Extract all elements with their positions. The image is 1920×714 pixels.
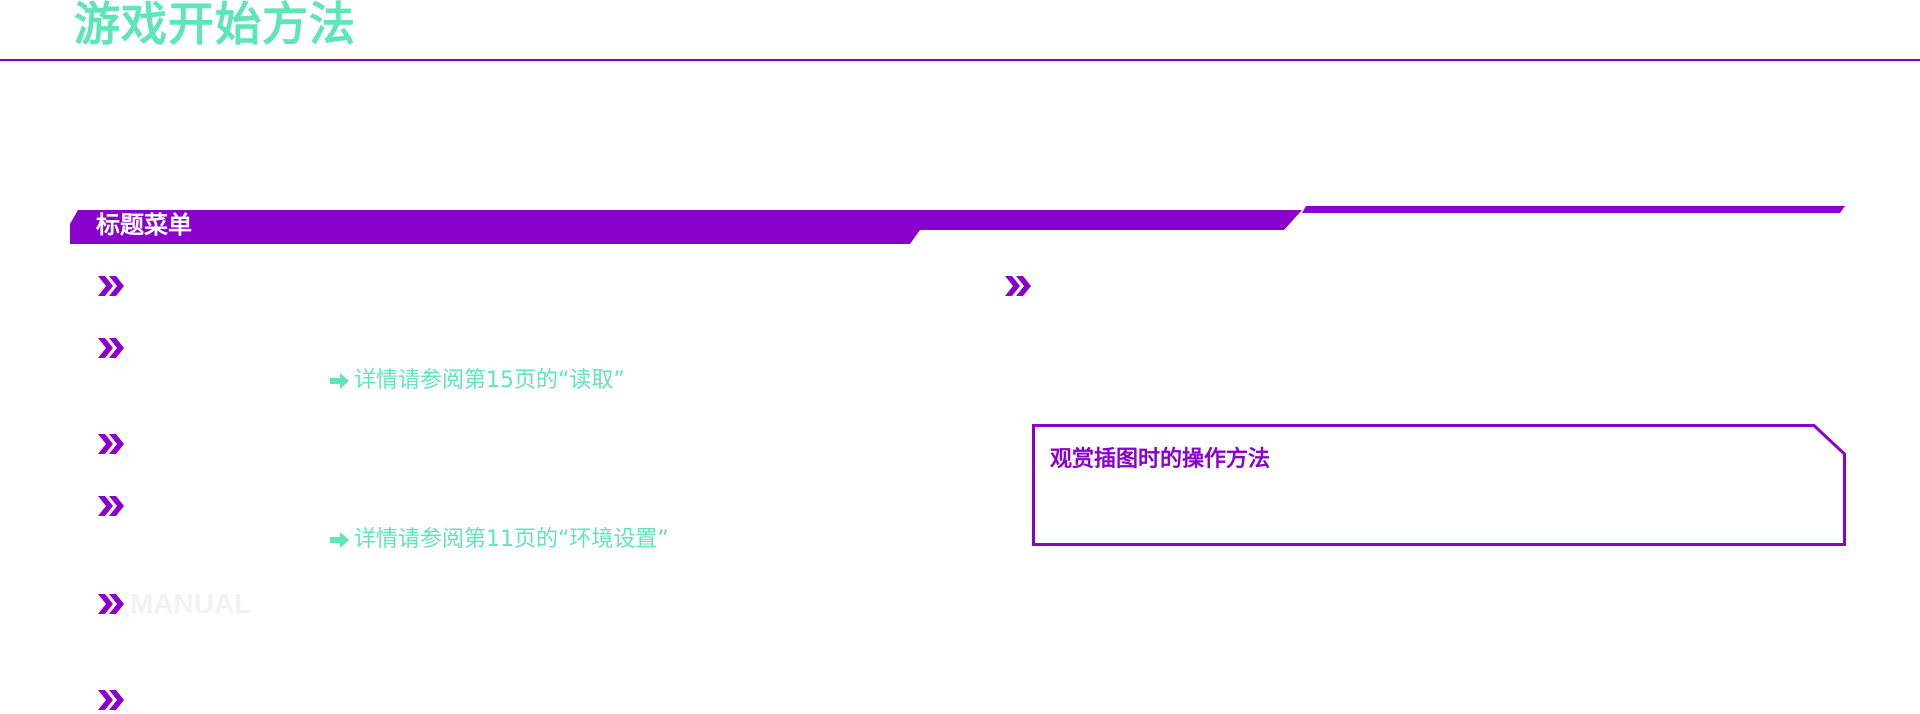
reference-text: 详情请参阅第15页的“读取” (354, 368, 625, 393)
double-chevron-right-icon (98, 690, 124, 710)
manual-page: 游戏开始方法 标题菜单 详情请参阅第15页的“读取” 详情请参阅第11页的“环境… (0, 0, 1920, 714)
arrow-right-icon (330, 373, 349, 389)
page-reference-settings[interactable]: 详情请参阅第11页的“环境设置” (330, 527, 669, 553)
double-chevron-right-icon (98, 594, 124, 614)
info-box (1032, 424, 1846, 546)
manual-watermark: MANUAL (130, 588, 252, 619)
double-chevron-right-icon (1005, 276, 1031, 296)
info-box-title: 观赏插图时的操作方法 (1050, 447, 1271, 472)
double-chevron-right-icon (98, 276, 124, 296)
double-chevron-right-icon (98, 434, 124, 454)
page-title: 游戏开始方法 (74, 0, 356, 51)
arrow-right-icon (330, 532, 349, 548)
reference-text: 详情请参阅第11页的“环境设置” (354, 527, 669, 552)
section-header-bar (70, 206, 1850, 244)
page-reference-load[interactable]: 详情请参阅第15页的“读取” (330, 368, 625, 394)
section-title: 标题菜单 (96, 211, 192, 239)
double-chevron-right-icon (98, 338, 124, 358)
double-chevron-right-icon (98, 496, 124, 516)
title-divider (0, 59, 1920, 61)
